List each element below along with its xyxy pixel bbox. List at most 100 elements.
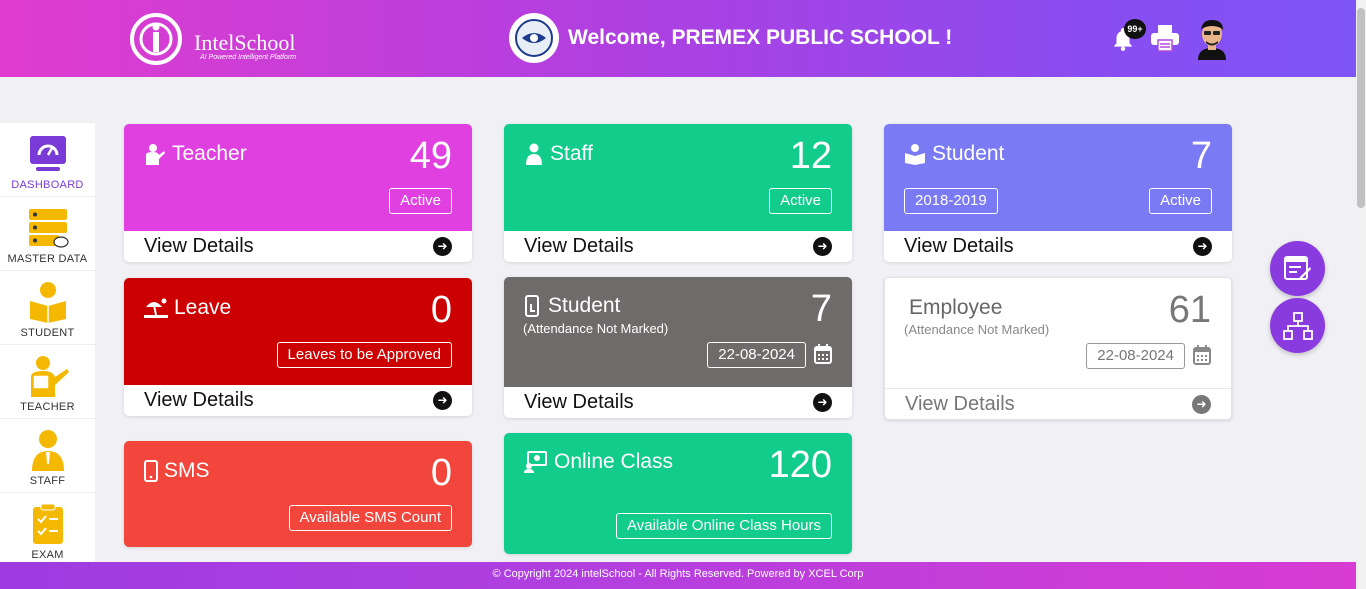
status-badge: Active [1149,188,1212,214]
view-details-link[interactable]: View Details ➜ [884,231,1232,262]
leave-card: Leave 0 Leaves to be Approved View Detai… [124,278,472,416]
logo-tagline: AI Powered Intelligent Platform [200,54,297,61]
date-field[interactable]: 22-08-2024 [707,342,806,368]
scrollbar-thumb[interactable] [1357,8,1365,208]
view-details-link[interactable]: View Details ➜ [504,387,852,418]
staff-small-icon [526,143,542,165]
logo-mark-icon [130,13,182,65]
date-field[interactable]: 22-08-2024 [1086,343,1185,369]
sidebar-item-label: STAFF [29,475,66,487]
master-data-icon [28,209,69,248]
card-title: Student [932,142,1005,165]
sidebar-item-label: DASHBOARD [11,179,84,191]
student-card: Student 7 2018-2019 Active View Details … [884,124,1232,262]
view-details-label: View Details [144,389,254,411]
sidebar-item-dashboard[interactable]: DASHBOARD [0,123,95,197]
card-title: Teacher [172,142,247,165]
notification-count-badge: 99+ [1124,19,1146,39]
beach-umbrella-icon [144,298,168,318]
sidebar-item-master-data[interactable]: MASTER DATA [0,197,95,271]
user-avatar[interactable] [1194,16,1230,60]
employee-attendance-card: Employee (Attendance Not Marked) 61 22-0… [884,277,1232,420]
intelschool-logo[interactable]: IntelSchool AI Powered Intelligent Platf… [128,12,318,66]
top-header: IntelSchool AI Powered Intelligent Platf… [0,0,1356,77]
card-subtitle: (Attendance Not Marked) [904,322,1050,337]
online-class-card: Online Class 120 Available Online Class … [504,433,852,554]
arrow-right-icon[interactable]: ➜ [813,393,832,412]
staff-count: 12 [789,135,832,177]
view-details-link[interactable]: View Details ➜ [124,385,472,416]
logo-text: IntelSchool [194,30,296,55]
page-footer: © Copyright 2024 intelSchool - All Right… [0,562,1356,589]
student-count: 7 [1190,135,1212,177]
view-details-link[interactable]: View Details ➜ [124,231,472,262]
welcome-message: Welcome, PREMEX PUBLIC SCHOOL ! [568,26,953,49]
teacher-icon [30,356,69,397]
leave-count: 0 [430,289,452,331]
card-title: Student [548,294,621,317]
tap-device-icon [525,295,539,317]
online-class-hours-badge: Available Online Class Hours [616,513,832,539]
card-subtitle: (Attendance Not Marked) [523,321,669,336]
sms-count-badge: Available SMS Count [288,505,452,531]
teacher-card: Teacher 49 Active View Details ➜ [124,124,472,262]
online-class-count: 120 [768,444,832,486]
sidebar-item-label: MASTER DATA [7,253,88,265]
sidebar-item-teacher[interactable]: TEACHER [0,345,95,419]
arrow-right-icon[interactable]: ➜ [433,237,452,256]
exam-icon [32,503,63,544]
student-small-icon [905,144,925,165]
school-emblem [509,13,559,63]
student-attendance-count: 7 [810,288,832,330]
sidebar-item-exam[interactable]: EXAM [0,493,95,563]
sms-card: SMS 0 Available SMS Count [124,441,472,547]
status-badge: Active [769,188,832,214]
view-details-label: View Details [144,235,254,257]
arrow-right-icon[interactable]: ➜ [1193,237,1212,256]
hierarchy-icon [1282,311,1313,340]
arrow-right-icon[interactable]: ➜ [813,237,832,256]
view-details-label: View Details [524,235,634,257]
school-emblem-icon [515,19,553,57]
arrow-right-icon[interactable]: ➜ [433,391,452,410]
dashboard-icon [29,136,66,171]
staff-card: Staff 12 Active View Details ➜ [504,124,852,262]
view-details-label: View Details [524,391,634,413]
calendar-icon[interactable] [814,344,832,364]
sidebar-item-label: TEACHER [20,401,75,413]
page-scrollbar[interactable] [1356,0,1366,589]
mobile-phone-icon [144,460,158,482]
view-details-link[interactable]: View Details ➜ [504,231,852,262]
view-details-label: View Details [904,235,1014,257]
sidebar-nav: DASHBOARD MASTER DATA STUDENT TEACHER ST… [0,123,95,563]
sidebar-item-label: EXAM [31,549,64,561]
sidebar-item-label: STUDENT [20,327,75,339]
notes-fab-button[interactable] [1270,241,1325,296]
teacher-count: 49 [409,135,452,177]
leaves-to-approve-badge[interactable]: Leaves to be Approved [276,342,452,368]
calendar-icon[interactable] [1193,345,1211,365]
student-icon [29,282,66,323]
edit-document-icon [1283,255,1311,280]
session-badge[interactable]: 2018-2019 [904,188,998,214]
card-title: Online Class [554,450,674,473]
student-attendance-card: Student (Attendance Not Marked) 7 22-08-… [504,277,852,418]
sidebar-item-staff[interactable]: STAFF [0,419,95,493]
teacher-small-icon [146,144,165,165]
copyright-text: © Copyright 2024 intelSchool - All Right… [492,568,864,580]
employee-attendance-count: 61 [1168,289,1211,331]
arrow-right-icon[interactable]: ➜ [1192,395,1211,414]
status-badge: Active [389,188,452,214]
online-class-icon [524,451,547,473]
staff-icon [31,430,64,471]
printer-icon[interactable] [1150,24,1180,52]
card-title: Leave [174,296,232,319]
sidebar-item-student[interactable]: STUDENT [0,271,95,345]
view-details-label: View Details [905,393,1015,415]
card-title: Employee [909,296,1003,319]
view-details-link[interactable]: View Details ➜ [885,388,1231,419]
card-title: SMS [164,459,210,482]
card-title: Staff [550,142,593,165]
sms-count: 0 [430,452,452,494]
org-structure-fab-button[interactable] [1270,298,1325,353]
